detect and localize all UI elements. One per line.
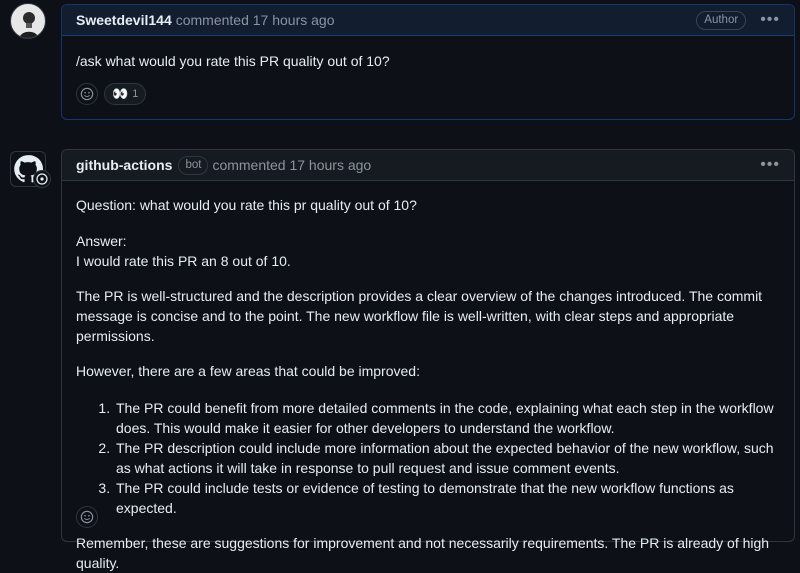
closing-paragraph: Remember, these are suggestions for impr… (76, 535, 770, 571)
actions-bot-icon (33, 170, 51, 188)
comment-body: Question: what would you rate this pr qu… (62, 181, 794, 573)
comment-timestamp[interactable]: commented 17 hours ago (212, 157, 371, 173)
reactions-row: 👀 1 (76, 83, 147, 105)
smiley-icon[interactable] (76, 83, 98, 105)
paragraph: However, there are a few areas that coul… (76, 363, 420, 379)
comment-timestamp[interactable]: commented 17 hours ago (176, 12, 335, 28)
list-item: The PR description could include more in… (114, 438, 780, 478)
kebab-horizontal-icon[interactable]: ••• (760, 11, 780, 29)
reaction-count: 1 (132, 88, 139, 100)
user-avatar[interactable] (10, 3, 46, 39)
comment-header: Sweetdevil144 commented 17 hours ago Aut… (62, 5, 794, 36)
comment-author[interactable]: Sweetdevil144 (76, 12, 172, 28)
smiley-icon[interactable] (76, 506, 98, 528)
comment-body: /ask what would you rate this PR quality… (76, 53, 390, 69)
list-item: The PR could benefit from more detailed … (114, 398, 780, 438)
comment-header: github-actions bot commented 17 hours ag… (62, 150, 794, 181)
comment-card-bot: github-actions bot commented 17 hours ag… (61, 149, 795, 571)
improvement-list: The PR could benefit from more detailed … (76, 398, 780, 518)
bot-tag: bot (178, 155, 209, 175)
comment-author[interactable]: github-actions (76, 157, 172, 173)
answer-text: I would rate this PR an 8 out of 10. (76, 253, 291, 269)
answer-label: Answer: (76, 233, 127, 249)
comment-card-author: Sweetdevil144 commented 17 hours ago Aut… (61, 4, 795, 120)
list-item: The PR could include tests or evidence o… (114, 478, 780, 518)
question-text: Question: what would you rate this pr qu… (76, 197, 417, 213)
author-badge: Author (696, 10, 747, 30)
eyes-reaction-button[interactable]: 👀 1 (104, 83, 147, 105)
kebab-horizontal-icon[interactable]: ••• (760, 156, 780, 174)
paragraph: The PR is well-structured and the descri… (76, 288, 763, 344)
reactions-row (76, 506, 98, 528)
eyes-emoji-icon: 👀 (112, 86, 129, 101)
